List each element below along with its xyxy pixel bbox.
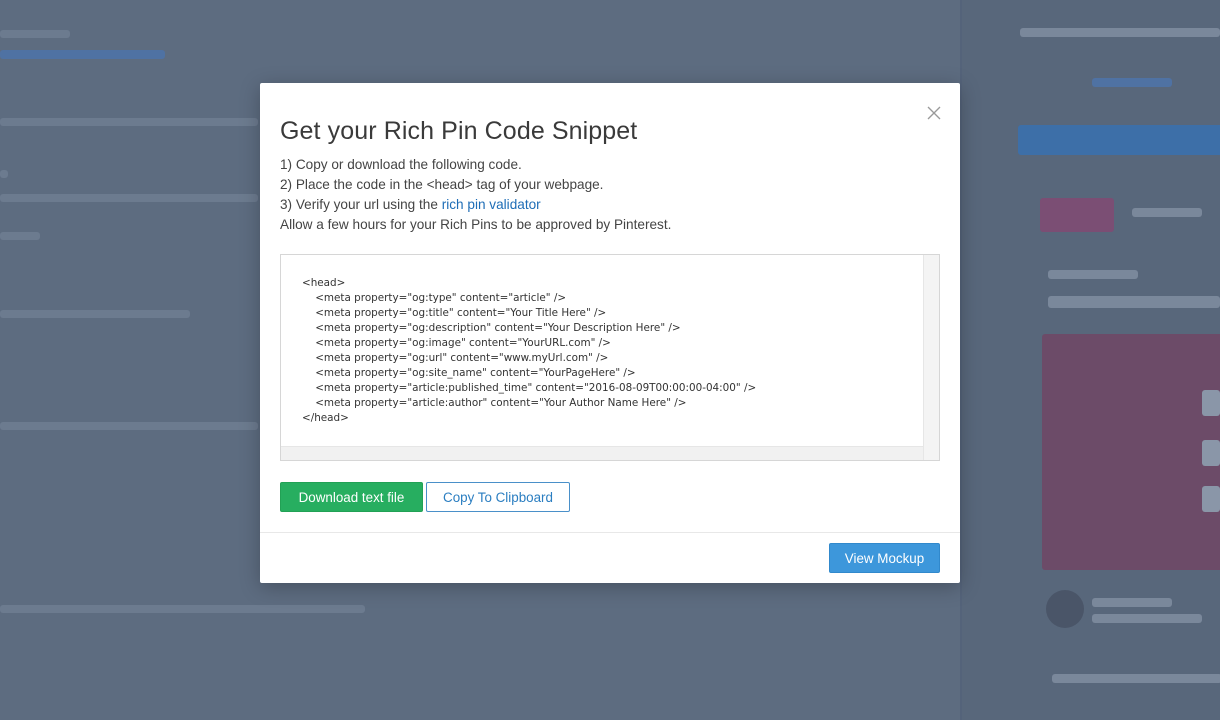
bg-link-block: [1092, 78, 1172, 87]
bg-text-block: [1020, 28, 1220, 37]
bg-text-block: [0, 194, 258, 202]
instruction-step-3: 3) Verify your url using the rich pin va…: [280, 195, 671, 215]
code-line: <head>: [302, 277, 346, 289]
bg-text-block: [1052, 674, 1220, 683]
bg-text-block: [1092, 598, 1172, 607]
close-icon: [927, 106, 941, 120]
copy-to-clipboard-button[interactable]: Copy To Clipboard: [426, 482, 570, 512]
rich-pin-validator-link[interactable]: rich pin validator: [442, 197, 541, 212]
bg-icon-block: [1202, 390, 1220, 416]
bg-button-block: [1018, 125, 1220, 155]
bg-text-block: [1048, 270, 1138, 279]
bg-link-block: [0, 50, 165, 59]
download-text-file-button[interactable]: Download text file: [280, 482, 423, 512]
code-line: <meta property="og:url" content="www.myU…: [302, 352, 609, 364]
close-button[interactable]: [926, 105, 942, 121]
bg-text-block: [0, 422, 258, 430]
code-line: <meta property="article:author" content=…: [302, 397, 687, 409]
bg-text-block: [0, 232, 40, 240]
code-line: <meta property="article:published_time" …: [302, 382, 757, 394]
bg-text-block: [1132, 208, 1202, 217]
approval-note: Allow a few hours for your Rich Pins to …: [280, 217, 672, 232]
bg-text-block: [1092, 614, 1202, 623]
bg-avatar-block: [1046, 590, 1084, 628]
code-line: </head>: [302, 412, 349, 424]
bg-button-block: [1040, 198, 1114, 232]
bg-icon-block: [1202, 486, 1220, 512]
bg-text-block: [1048, 296, 1220, 308]
instructions: 1) Copy or download the following code. …: [280, 155, 671, 235]
instruction-step-3-text: 3) Verify your url using the: [280, 197, 442, 212]
horizontal-scrollbar[interactable]: [281, 446, 923, 460]
instruction-step-1: 1) Copy or download the following code.: [280, 157, 522, 172]
bg-text-block: [0, 30, 70, 38]
code-line: <meta property="og:image" content="YourU…: [302, 337, 611, 349]
bg-text-block: [0, 310, 190, 318]
instruction-step-2: 2) Place the code in the <head> tag of y…: [280, 177, 604, 192]
view-mockup-button[interactable]: View Mockup: [829, 543, 940, 573]
bg-text-block: [0, 118, 258, 126]
vertical-scrollbar[interactable]: [923, 255, 939, 460]
footer-divider: [260, 532, 960, 533]
code-snippet-content: <head> <meta property="og:type" content=…: [281, 255, 923, 446]
code-line: <meta property="og:type" content="articl…: [302, 292, 567, 304]
bg-card-block: [1042, 334, 1220, 570]
code-snippet-textarea[interactable]: <head> <meta property="og:type" content=…: [280, 254, 940, 461]
bg-text-block: [0, 170, 8, 178]
code-line: <meta property="og:site_name" content="Y…: [302, 367, 636, 379]
modal-title: Get your Rich Pin Code Snippet: [280, 117, 638, 145]
code-line: <meta property="og:title" content="Your …: [302, 307, 607, 319]
bg-text-block: [0, 605, 365, 613]
bg-icon-block: [1202, 440, 1220, 466]
dimmed-sidebar: [962, 0, 1220, 720]
code-line: <meta property="og:description" content=…: [302, 322, 681, 334]
rich-pin-code-modal: Get your Rich Pin Code Snippet 1) Copy o…: [260, 83, 960, 583]
